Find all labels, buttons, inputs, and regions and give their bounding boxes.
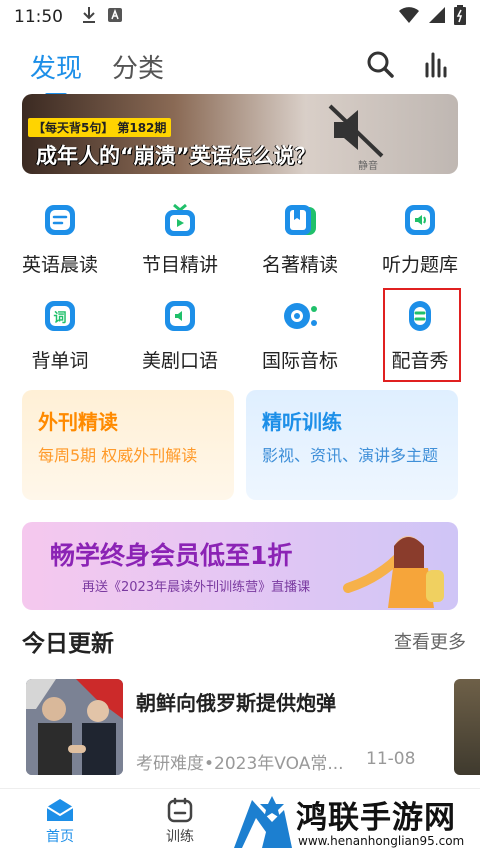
top-tab-bar: 发现 分类: [0, 38, 480, 94]
word-icon: 词: [45, 301, 75, 331]
hero-banner[interactable]: 【每天背5句】 第182期 成年人的“崩溃”英语怎么说？ 静音: [22, 94, 458, 174]
section-title: 今日更新: [22, 631, 114, 657]
nav-label: 首页: [46, 829, 74, 845]
promo-title: 精听训练: [262, 410, 342, 434]
nav-home[interactable]: 首页: [20, 797, 100, 846]
vip-title: 畅学终身会员低至1折: [50, 541, 293, 570]
tab-category[interactable]: 分类: [112, 48, 164, 85]
grid-item-label: 背单词: [31, 350, 89, 372]
battery-icon: [454, 4, 466, 30]
grid-item-classics-reading[interactable]: 名著精读: [240, 196, 360, 292]
list-item[interactable]: 朝鲜向俄罗斯提供炮弹 考研难度•2023年VOA常... 11-08: [26, 679, 480, 775]
banner-badge-issue: 第182期: [117, 121, 167, 135]
banner-badge: 【每天背5句】 第182期: [28, 118, 172, 137]
grid-item-label: 节目精讲: [141, 254, 218, 276]
today-updates-header: 今日更新 查看更多: [22, 624, 466, 658]
mute-speaker-icon: [324, 100, 388, 164]
news-title: 朝鲜向俄罗斯提供炮弹: [136, 691, 336, 715]
promo-subtitle: 影视、资讯、演讲多主题: [262, 446, 439, 465]
bookmark-book-icon: [285, 205, 316, 235]
vip-subtitle: 再送《2023年晨读外刊训练营》直播课: [82, 580, 311, 595]
promo-cards: 外刊精读 每周5期 权威外刊解读 精听训练 影视、资讯、演讲多主题: [22, 390, 458, 500]
grid-item-label: 国际音标: [261, 350, 338, 372]
news-thumbnail: [26, 679, 123, 775]
site-watermark: 鸿联手游网 www.henanhonglian95.com: [232, 790, 480, 852]
download-icon: [81, 6, 97, 29]
feature-grid: 英语晨读 节目精讲 名著精读 听力题库 词 背单词 美剧口语 国际音标 配音秀: [0, 196, 480, 388]
promo-subtitle: 每周5期 权威外刊解读: [38, 446, 198, 465]
dubbing-icon: [409, 301, 431, 331]
nav-training[interactable]: 训练: [140, 797, 220, 846]
grid-item-label: 配音秀: [391, 350, 449, 372]
grid-item-label: 英语晨读: [21, 254, 98, 276]
next-card-peek[interactable]: [454, 679, 480, 775]
vip-banner[interactable]: 畅学终身会员低至1折 再送《2023年晨读外刊训练营》直播课: [22, 522, 458, 610]
promo-title: 外刊精读: [38, 410, 118, 434]
grid-item-dubbing-show[interactable]: 配音秀: [360, 288, 480, 388]
speech-icon: [165, 301, 195, 331]
signal-icon: [428, 6, 446, 29]
svg-text:词: 词: [53, 311, 66, 326]
banner-watermark: 静音: [358, 161, 378, 172]
watermark-url: www.henanhonglian95.com: [298, 834, 465, 848]
news-meta: 考研难度•2023年VOA常...: [136, 754, 344, 774]
search-icon[interactable]: [366, 50, 394, 82]
tab-discover[interactable]: 发现: [30, 48, 82, 85]
grid-item-phonetics[interactable]: 国际音标: [240, 292, 360, 388]
grid-item-morning-reading[interactable]: 英语晨读: [0, 196, 120, 292]
grid-item-tv-speaking[interactable]: 美剧口语: [120, 292, 240, 388]
view-more-link[interactable]: 查看更多: [394, 628, 466, 654]
stats-icon[interactable]: [424, 50, 450, 82]
audio-icon: [405, 205, 435, 235]
status-bar: 11:50: [0, 0, 480, 34]
grid-item-label: 名著精读: [261, 254, 338, 276]
tv-icon: [165, 203, 195, 236]
banner-badge-series: 【每天背5句】: [33, 121, 114, 135]
banner-headline: 成年人的“崩溃”英语怎么说？: [36, 144, 316, 168]
promo-foreign-press[interactable]: 外刊精读 每周5期 权威外刊解读: [22, 390, 234, 500]
grid-item-label: 美剧口语: [141, 350, 218, 372]
news-date: 11-08: [366, 749, 416, 769]
illustration-person-icon: [343, 536, 444, 608]
home-mail-icon: [46, 799, 74, 821]
grid-item-program-explained[interactable]: 节目精讲: [120, 196, 240, 292]
watermark-logo-icon: [234, 796, 292, 848]
phonetic-icon: [284, 303, 317, 329]
grid-item-label: 听力题库: [381, 254, 458, 276]
watermark-title: 鸿联手游网: [296, 800, 456, 836]
grid-item-listening-bank[interactable]: 听力题库: [360, 196, 480, 292]
training-icon: [167, 797, 193, 823]
wifi-icon: [398, 6, 420, 29]
document-icon: [45, 205, 75, 235]
grid-item-vocabulary[interactable]: 词 背单词: [0, 292, 120, 388]
nav-label: 训练: [166, 829, 194, 845]
promo-intensive-listening[interactable]: 精听训练 影视、资讯、演讲多主题: [246, 390, 458, 500]
app-notification-icon: [107, 7, 123, 28]
status-time: 11:50: [14, 7, 63, 27]
